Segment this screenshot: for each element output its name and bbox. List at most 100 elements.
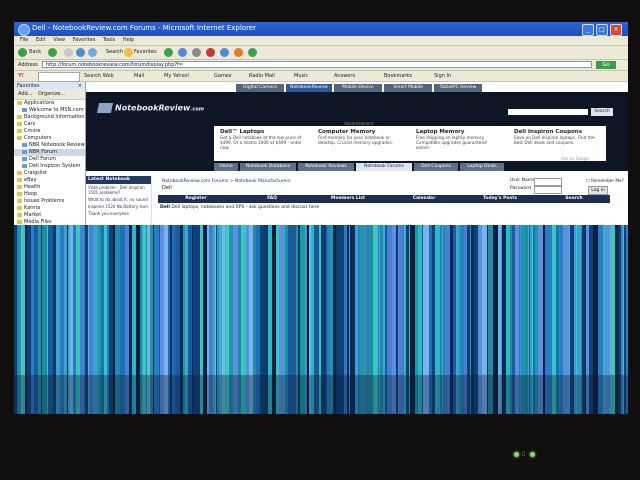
add-favorite-button[interactable]: Add... bbox=[18, 91, 32, 97]
menu-help[interactable]: Help bbox=[123, 36, 134, 45]
favorites-item[interactable]: Background Information bbox=[14, 114, 85, 121]
nav-notebook-reviews[interactable]: Notebook Reviews bbox=[298, 163, 354, 171]
forum-nav-register[interactable]: Register bbox=[158, 195, 234, 203]
forum-nav-faq[interactable]: FAQ bbox=[234, 195, 310, 203]
remember-me-checkbox[interactable]: ☐ Remember Me? bbox=[586, 178, 624, 183]
site-search-input[interactable] bbox=[508, 109, 588, 115]
forum-nav-search[interactable]: Search bbox=[538, 195, 610, 203]
forum-nav-todays-posts[interactable]: Today's Posts bbox=[462, 195, 538, 203]
menu-favorites[interactable]: Favorites bbox=[73, 36, 96, 45]
close-button[interactable]: × bbox=[610, 24, 622, 36]
favorites-item[interactable]: Cmore bbox=[14, 128, 85, 135]
site-search-button[interactable]: Search bbox=[591, 108, 613, 116]
link-bookmarks[interactable]: Bookmarks bbox=[384, 72, 412, 80]
back-arrow-icon[interactable] bbox=[18, 48, 27, 57]
latest-discussion-item[interactable]: Thank you everyone bbox=[86, 210, 151, 217]
latest-discussion-item[interactable]: What to do about it, no sound bbox=[86, 196, 151, 203]
go-button[interactable]: Go bbox=[596, 61, 616, 69]
nav-home[interactable]: Home bbox=[214, 163, 238, 171]
favorites-item[interactable]: Applications bbox=[14, 100, 85, 107]
ad-computer-memory[interactable]: Computer Memory Find memory for your not… bbox=[318, 129, 404, 158]
forum-nav-members-list[interactable]: Members List bbox=[310, 195, 386, 203]
history-icon[interactable] bbox=[164, 48, 173, 57]
link-mail[interactable]: Mail bbox=[134, 72, 144, 80]
ads-by-google[interactable]: Ads by Google bbox=[561, 156, 590, 161]
link-games[interactable]: Games bbox=[214, 72, 232, 80]
folder-icon bbox=[17, 128, 22, 133]
back-button[interactable]: Back bbox=[29, 48, 41, 57]
minimize-button[interactable]: _ bbox=[582, 24, 594, 36]
favorites-item[interactable]: Hoop bbox=[14, 191, 85, 198]
power-indicator-icon bbox=[514, 452, 519, 457]
folder-icon bbox=[17, 170, 22, 175]
stop-icon[interactable] bbox=[64, 48, 73, 57]
favorites-star-icon[interactable] bbox=[124, 48, 133, 57]
address-label: Address bbox=[18, 62, 38, 68]
folder-icon bbox=[17, 100, 22, 105]
refresh-icon[interactable] bbox=[76, 48, 85, 57]
tab-notebookreview[interactable]: NotebookReview bbox=[286, 84, 332, 92]
nav-notebook-forums[interactable]: Notebook Forums bbox=[356, 163, 412, 171]
home-icon[interactable] bbox=[88, 48, 97, 57]
messenger-icon[interactable] bbox=[220, 48, 229, 57]
links-toolbar: Y! Search Web Mail My Yahoo! Games Radio… bbox=[14, 71, 628, 82]
maximize-button[interactable]: □ bbox=[596, 24, 608, 36]
address-input[interactable]: http://forum.notebookreview.com/forumdis… bbox=[42, 61, 592, 68]
forum-nav-calendar[interactable]: Calendar bbox=[386, 195, 462, 203]
ad-dell-laptops[interactable]: Dell™ Laptops Get a Dell notebook at the… bbox=[220, 129, 306, 158]
organize-favorites-button[interactable]: Organize... bbox=[38, 91, 65, 97]
favorites-item[interactable]: Market bbox=[14, 212, 85, 219]
favorites-item[interactable]: Craigslist bbox=[14, 170, 85, 177]
favorites-item[interactable]: NBR Notebook Review Forums bbox=[14, 142, 85, 149]
favorites-button[interactable]: Favorites bbox=[134, 48, 157, 57]
print-icon[interactable] bbox=[192, 48, 201, 57]
link-my-yahoo[interactable]: My Yahoo! bbox=[164, 72, 190, 80]
link-music[interactable]: Music bbox=[294, 72, 308, 80]
favorites-item[interactable]: Cars bbox=[14, 121, 85, 128]
ad-laptop-memory[interactable]: Laptop Memory Free shipping on laptop me… bbox=[416, 129, 502, 158]
link-sign-in[interactable]: Sign In bbox=[434, 72, 451, 80]
toolbar-search-field[interactable] bbox=[38, 72, 80, 82]
menu-file[interactable]: File bbox=[20, 36, 28, 45]
login-button[interactable]: Log in bbox=[588, 186, 608, 195]
favorites-item[interactable]: Dell Inspiron System bbox=[14, 163, 85, 170]
latest-discussion-item[interactable]: Inspiron 1520 No Battery Icon bbox=[86, 203, 151, 210]
yahoo-icon[interactable] bbox=[206, 48, 215, 57]
favorites-item[interactable]: Health bbox=[14, 184, 85, 191]
notebookreview-logo[interactable]: NotebookReview.com bbox=[96, 103, 204, 115]
favorites-item[interactable]: Dell Forum bbox=[14, 156, 85, 163]
favorites-item[interactable]: Welcome to MSN.com - Windows bbox=[14, 107, 85, 114]
menu-edit[interactable]: Edit bbox=[36, 36, 46, 45]
ad-dell-inspiron-coupons[interactable]: Dell Inspiron Coupons Save on Dell Inspi… bbox=[514, 129, 600, 158]
favorites-item[interactable]: NBR Forum bbox=[14, 149, 85, 156]
breadcrumb[interactable]: NotebookReview.com Forums > Notebook Man… bbox=[162, 179, 291, 184]
discuss-icon[interactable] bbox=[248, 48, 257, 57]
tab-tabletpc-review[interactable]: TabletPC Review bbox=[434, 84, 482, 92]
favorites-item[interactable]: Computers bbox=[14, 135, 85, 142]
close-panel-icon[interactable]: × bbox=[78, 82, 82, 90]
tab-mobile-device-review[interactable]: Mobile Device Review bbox=[334, 84, 382, 98]
page-icon bbox=[22, 163, 27, 168]
favorites-item[interactable]: Issues Problems bbox=[14, 198, 85, 205]
favorites-item[interactable]: Karma bbox=[14, 205, 85, 212]
search-button[interactable]: Search bbox=[106, 48, 123, 57]
nav-dell-coupons[interactable]: Dell Coupons bbox=[414, 163, 458, 171]
tab-smart-mobile-reviews[interactable]: Smart Mobile Reviews bbox=[384, 84, 432, 98]
link-radio-mail[interactable]: Radio Mail bbox=[249, 72, 275, 80]
forum-nav-bar: Register FAQ Members List Calendar Today… bbox=[158, 195, 610, 203]
menu-tools[interactable]: Tools bbox=[103, 36, 115, 45]
link-answers[interactable]: Answers bbox=[334, 72, 355, 80]
mail-icon[interactable] bbox=[178, 48, 187, 57]
nav-notebook-database[interactable]: Notebook Database bbox=[240, 163, 296, 171]
latest-discussion-item[interactable]: Vista problem - Dell Inspiron 1501 probl… bbox=[86, 184, 151, 196]
password-input[interactable] bbox=[534, 186, 562, 194]
menu-view[interactable]: View bbox=[53, 36, 65, 45]
link-search-web[interactable]: Search Web bbox=[84, 72, 114, 80]
username-input[interactable] bbox=[534, 178, 562, 186]
window-title: Dell - NotebookReview.com Forums - Micro… bbox=[32, 24, 256, 32]
forward-arrow-icon[interactable] bbox=[48, 48, 57, 57]
tab-digital-camera-review[interactable]: Digital Camera Review bbox=[236, 84, 284, 98]
nav-laptop-deals[interactable]: Laptop Deals bbox=[460, 163, 504, 171]
research-icon[interactable] bbox=[234, 48, 243, 57]
favorites-item[interactable]: eBay bbox=[14, 177, 85, 184]
